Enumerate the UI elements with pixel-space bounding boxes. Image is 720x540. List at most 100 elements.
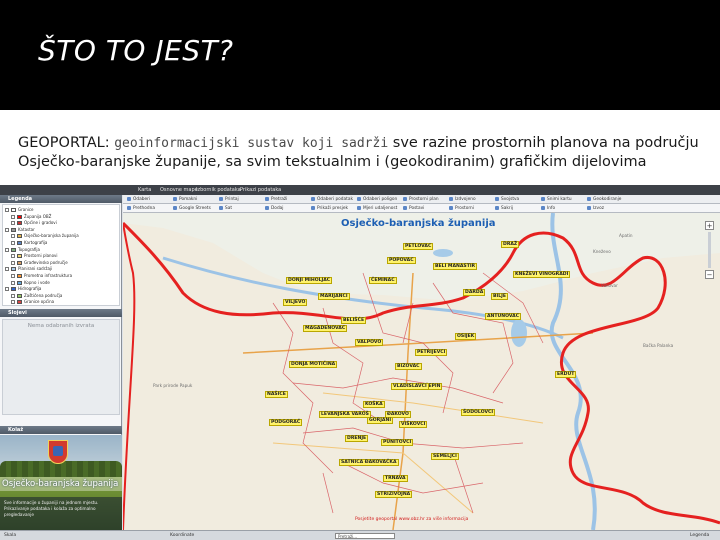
toolbar-button-secondary[interactable]: Sakrij: [495, 205, 513, 212]
town-label[interactable]: ČEMINAC: [369, 277, 397, 284]
town-label[interactable]: BELI MANASTIR: [433, 263, 478, 270]
town-label[interactable]: ŠODOLOVCI: [461, 409, 496, 416]
menu-item-izbornik[interactable]: Izbornik podataka: [196, 186, 241, 194]
toolbar-button-secondary[interactable]: Mjeri udaljenost: [357, 205, 397, 212]
town-label[interactable]: BILJE: [491, 293, 508, 300]
town-label[interactable]: BIZOVAC: [395, 363, 422, 370]
layer-checkbox[interactable]: [11, 241, 15, 245]
toolbar-button[interactable]: Odaberi podatak: [311, 196, 353, 203]
layer-checkbox[interactable]: [11, 293, 15, 298]
town-label[interactable]: ANTUNOVAC: [485, 313, 522, 320]
toolbar-button-secondary[interactable]: Sat: [219, 205, 232, 212]
zoom-slider[interactable]: [708, 232, 711, 268]
town-label[interactable]: VALPOVO: [355, 339, 384, 346]
layer-checkbox[interactable]: [11, 214, 15, 219]
map-view[interactable]: Osječko-baranjska županija DRAŽ KNEŽEVI …: [123, 213, 720, 530]
town-label[interactable]: PETLOVAC: [403, 243, 434, 250]
legend-header[interactable]: Legenda: [0, 195, 122, 203]
town-label[interactable]: POPOVAC: [387, 257, 416, 264]
town-label[interactable]: PUNITOVCI: [381, 439, 414, 446]
legend-item-label: Katastar: [18, 226, 35, 232]
toolbar-button-secondary[interactable]: Izvoz: [587, 205, 604, 212]
town-label[interactable]: STRIZIVOJNA: [375, 491, 413, 498]
layer-checkbox[interactable]: [11, 260, 15, 265]
legend-swatch-icon: [17, 214, 22, 219]
layer-checkbox[interactable]: [11, 300, 15, 305]
geo-label: Park prirode Papuk: [153, 383, 193, 388]
toolbar-button[interactable]: Printaj: [219, 196, 239, 203]
town-label[interactable]: LEVANJSKA VAROŠ: [319, 411, 371, 418]
empty-note: Nema odabranih izvrata: [27, 323, 95, 329]
legend-swatch-icon: [11, 267, 16, 272]
layer-checkbox[interactable]: [5, 267, 9, 272]
toolbar-button[interactable]: Svojstva: [495, 196, 519, 203]
toolbar-button[interactable]: Snimi kartu: [541, 196, 572, 203]
layer-checkbox[interactable]: [11, 234, 15, 239]
layer-checkbox[interactable]: [5, 208, 9, 212]
town-label[interactable]: DARDA: [463, 289, 486, 296]
legend-swatch-icon: [11, 208, 16, 212]
toolbar-button-secondary[interactable]: Prikaži presjek: [311, 205, 348, 212]
town-label[interactable]: TRNAVA: [383, 475, 408, 482]
layers-header[interactable]: Slojevi: [0, 309, 122, 317]
map-footer-note: Posjetite geoportal www.obz.hr za više i…: [355, 517, 469, 522]
menu-item-osnovne-mape[interactable]: Osnovne mape: [160, 186, 198, 194]
layer-checkbox[interactable]: [11, 221, 15, 226]
legend-item-label: Općine i gradovi: [24, 220, 57, 226]
town-label[interactable]: VIŠKOVCI: [399, 421, 428, 428]
town-label[interactable]: MARIJANCI: [318, 293, 350, 300]
toolbar-button[interactable]: Izdvojeno: [449, 196, 476, 203]
zoom-out-button[interactable]: −: [705, 270, 714, 279]
layer-checkbox[interactable]: [11, 274, 15, 278]
photo-header[interactable]: Kolaž: [0, 426, 122, 434]
layer-checkbox[interactable]: [11, 254, 15, 259]
toolbar-button-secondary[interactable]: Prostorni: [449, 205, 474, 212]
map-canvas: [123, 213, 720, 530]
slide-description: GEOPORTAL: geoinformacijski sustav koji …: [18, 134, 708, 171]
town-label[interactable]: PETRIJEVCI: [415, 349, 448, 356]
legend-item-label: Planirani sadržaji: [18, 266, 53, 272]
geo-label: Vukovar: [601, 283, 618, 288]
town-label[interactable]: VLADISLAVCI: [391, 383, 429, 390]
town-label[interactable]: DRAŽ: [501, 241, 520, 248]
layer-checkbox[interactable]: [11, 280, 15, 285]
town-label[interactable]: VILJEVO: [283, 299, 308, 306]
town-label[interactable]: SEMELJCI: [431, 453, 459, 460]
toolbar-button[interactable]: Pomakni: [173, 196, 197, 203]
town-label[interactable]: KOŠKA: [363, 401, 385, 408]
search-input[interactable]: Pretraži...: [335, 533, 395, 539]
town-label[interactable]: OSIJEK: [455, 333, 477, 340]
toolbar-button[interactable]: Geokodiranje: [587, 196, 621, 203]
photo-text: Sve informacije o županiji na jednom mje…: [0, 497, 122, 530]
toolbar-button[interactable]: Pretraži: [265, 196, 287, 203]
town-label[interactable]: ERDUT: [555, 371, 577, 378]
town-label[interactable]: DONJA MOTIČINA: [289, 361, 338, 368]
toolbar-button[interactable]: Prostorni plan: [403, 196, 439, 203]
toolbar-button-secondary[interactable]: Google Streets: [173, 205, 211, 212]
toolbar-button-secondary[interactable]: Info: [541, 205, 555, 212]
town-label[interactable]: DRENJE: [345, 435, 369, 442]
layer-checkbox[interactable]: [5, 287, 9, 292]
town-label[interactable]: MAGADENOVAC: [303, 325, 348, 332]
menu-item-karta[interactable]: Karta: [138, 186, 151, 194]
town-label[interactable]: BELIŠĆE: [341, 317, 367, 324]
menu-item-prikazi[interactable]: Prikazi podataka: [240, 186, 281, 194]
town-label[interactable]: NAŠICE: [265, 391, 288, 398]
layer-checkbox[interactable]: [5, 227, 9, 232]
legend-swatch-icon: [17, 234, 22, 239]
toolbar-button[interactable]: Odaberi: [127, 196, 150, 203]
toolbar-button-secondary[interactable]: Prethodna: [127, 205, 155, 212]
legend-item[interactable]: Granice općina: [11, 298, 54, 305]
town-label[interactable]: SATNICA ĐAKOVAČKA: [339, 459, 399, 466]
toolbar-button-secondary[interactable]: Postavi: [403, 205, 424, 212]
status-legend[interactable]: Legenda: [690, 533, 709, 538]
town-label[interactable]: KNEŽEVI VINOGRADI: [513, 271, 571, 278]
toolbar-button-secondary[interactable]: Dodaj: [265, 205, 284, 212]
app-menubar: Karta Osnovne mape Izbornik podataka Pri…: [0, 185, 720, 195]
town-label[interactable]: DONJI MIHOLJAC: [286, 277, 333, 284]
zoom-in-button[interactable]: +: [705, 221, 714, 230]
layer-checkbox[interactable]: [5, 247, 9, 252]
town-label[interactable]: GORJANI: [367, 417, 394, 424]
town-label[interactable]: PODGORAČ: [269, 419, 303, 426]
toolbar-button[interactable]: Odaberi poligon: [357, 196, 397, 203]
